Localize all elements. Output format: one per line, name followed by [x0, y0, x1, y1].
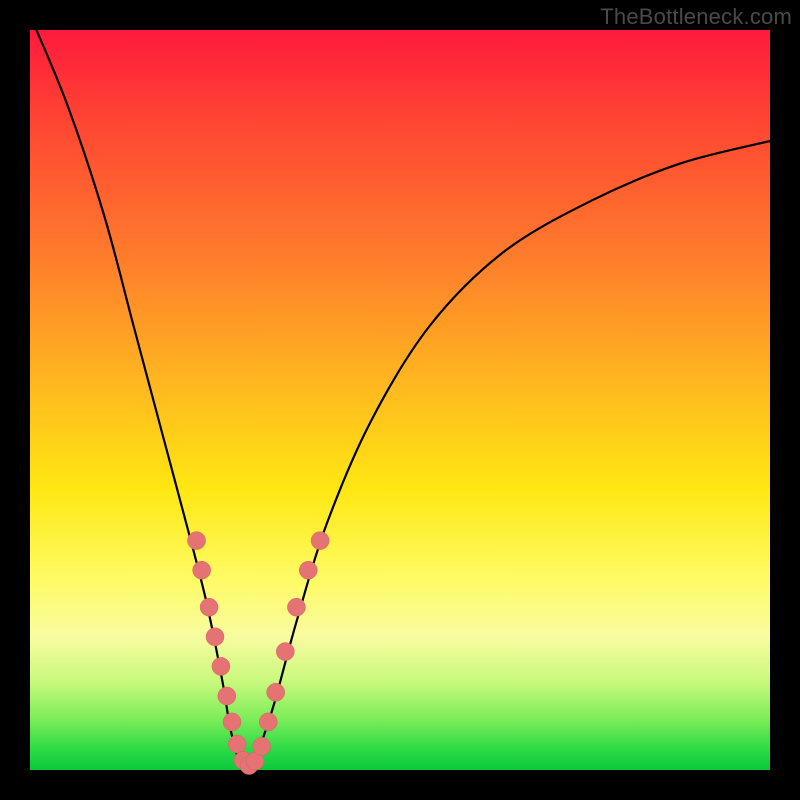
data-marker — [228, 735, 246, 753]
data-marker — [276, 643, 294, 661]
data-marker — [188, 532, 206, 550]
data-marker — [223, 713, 241, 731]
data-marker — [206, 628, 224, 646]
marker-group — [188, 532, 330, 775]
data-marker — [299, 561, 317, 579]
data-marker — [267, 683, 285, 701]
chart-frame: TheBottleneck.com — [0, 0, 800, 800]
data-marker — [287, 598, 305, 616]
data-marker — [253, 737, 271, 755]
watermark-text: TheBottleneck.com — [600, 4, 792, 30]
data-marker — [218, 687, 236, 705]
bottleneck-curve-path — [30, 15, 770, 766]
data-marker — [212, 657, 230, 675]
data-marker — [311, 532, 329, 550]
data-marker — [259, 713, 277, 731]
data-marker — [193, 561, 211, 579]
plot-area — [30, 30, 770, 770]
curve-svg — [30, 30, 770, 770]
data-marker — [200, 598, 218, 616]
